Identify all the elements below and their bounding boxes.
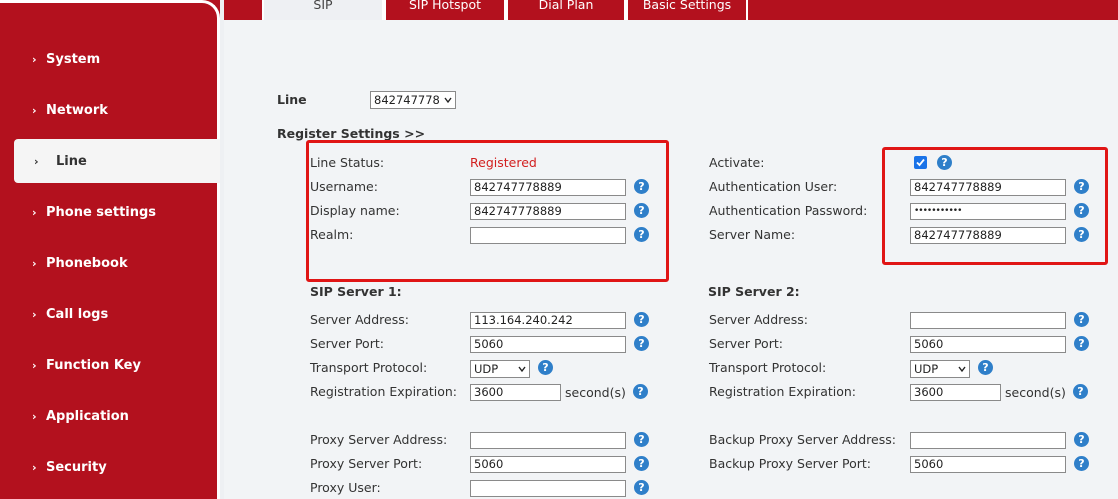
help-icon[interactable]: ?: [978, 360, 993, 375]
highlight-box-register-right: [882, 147, 1108, 265]
line-label: Line: [277, 92, 307, 107]
backup-proxy-address-input[interactable]: [910, 432, 1066, 449]
sidebar-item-label: Function Key: [46, 357, 141, 373]
line-select-value: 842747778: [374, 93, 440, 107]
sidebar-item-function-key[interactable]: › Function Key: [0, 343, 220, 387]
sidebar-item-label: Line: [56, 153, 87, 169]
help-icon[interactable]: ?: [1074, 456, 1089, 471]
sip1-transport-label: Transport Protocol:: [310, 360, 428, 375]
chevron-right-icon: ›: [32, 256, 37, 270]
chevron-right-icon: ›: [34, 154, 39, 168]
sip-server-1-heading: SIP Server 1:: [310, 284, 402, 299]
chevron-down-icon: [958, 366, 966, 373]
sip1-server-address-label: Server Address:: [310, 312, 409, 327]
chevron-right-icon: ›: [32, 460, 37, 474]
help-icon[interactable]: ?: [633, 384, 648, 399]
help-icon[interactable]: ?: [634, 336, 649, 351]
proxy-user-label: Proxy User:: [310, 480, 381, 495]
chevron-right-icon: ›: [32, 52, 37, 66]
sidebar-item-label: Call logs: [46, 306, 109, 322]
sip1-transport-value: UDP: [474, 362, 499, 376]
sip1-expiration-label: Registration Expiration:: [310, 384, 458, 399]
help-icon[interactable]: ?: [1074, 336, 1089, 351]
sidebar-item-call-logs[interactable]: › Call logs: [0, 292, 220, 336]
sidebar-item-phone-settings[interactable]: › Phone settings: [0, 190, 220, 234]
sidebar-item-security[interactable]: › Security: [0, 445, 220, 489]
sip2-transport-value: UDP: [914, 362, 939, 376]
sip1-expiration-input[interactable]: 3600: [470, 384, 561, 401]
sidebar-item-label: Phonebook: [46, 255, 128, 271]
tab-basic-settings[interactable]: Basic Settings: [626, 0, 748, 20]
proxy-server-port-label: Proxy Server Port:: [310, 456, 423, 471]
sip1-server-port-input[interactable]: 5060: [470, 336, 626, 353]
help-icon[interactable]: ?: [634, 432, 649, 447]
sidebar-item-system[interactable]: › System: [0, 37, 220, 81]
chevron-right-icon: ›: [32, 358, 37, 372]
sip2-transport-select[interactable]: UDP: [910, 360, 970, 378]
sip2-server-address-label: Server Address:: [709, 312, 808, 327]
sidebar-item-label: Security: [46, 459, 107, 475]
help-icon[interactable]: ?: [634, 312, 649, 327]
help-icon[interactable]: ?: [1074, 312, 1089, 327]
tab-sip[interactable]: SIP: [262, 0, 384, 20]
sidebar-item-label: Network: [46, 102, 108, 118]
sidebar-item-label: System: [46, 51, 101, 67]
chevron-right-icon: ›: [32, 409, 37, 423]
sidebar-item-phonebook[interactable]: › Phonebook: [0, 241, 220, 285]
chevron-right-icon: ›: [32, 103, 37, 117]
register-settings-heading[interactable]: Register Settings >>: [277, 126, 425, 141]
line-select[interactable]: 842747778: [370, 91, 456, 109]
proxy-server-port-input[interactable]: 5060: [470, 456, 626, 473]
highlight-box-register-left: [306, 140, 669, 282]
help-icon[interactable]: ?: [634, 456, 649, 471]
proxy-server-address-input[interactable]: [470, 432, 626, 449]
proxy-user-input[interactable]: [470, 480, 626, 497]
backup-proxy-address-label: Backup Proxy Server Address:: [709, 432, 896, 447]
tab-sip-hotspot[interactable]: SIP Hotspot: [384, 0, 506, 20]
sip1-server-address-input[interactable]: 113.164.240.242: [470, 312, 626, 329]
help-icon[interactable]: ?: [1073, 384, 1088, 399]
backup-proxy-port-input[interactable]: 5060: [910, 456, 1066, 473]
auth-user-label: Authentication User:: [709, 179, 838, 194]
sip1-transport-select[interactable]: UDP: [470, 360, 530, 378]
auth-password-label: Authentication Password:: [709, 203, 868, 218]
sip-server-2-heading: SIP Server 2:: [708, 284, 800, 299]
help-icon[interactable]: ?: [538, 360, 553, 375]
tab-dial-plan[interactable]: Dial Plan: [506, 0, 626, 20]
sidebar: › System › Network › Line › Phone settings ›…: [0, 0, 220, 499]
sip1-server-port-label: Server Port:: [310, 336, 384, 351]
help-icon[interactable]: ?: [1074, 432, 1089, 447]
sip2-seconds-label: second(s): [1005, 385, 1066, 400]
server-name-label: Server Name:: [709, 227, 796, 242]
activate-label: Activate:: [709, 155, 765, 170]
sidebar-item-application[interactable]: › Application: [0, 394, 220, 438]
backup-proxy-port-label: Backup Proxy Server Port:: [709, 456, 871, 471]
sip2-server-port-label: Server Port:: [709, 336, 783, 351]
help-icon[interactable]: ?: [634, 480, 649, 495]
proxy-server-address-label: Proxy Server Address:: [310, 432, 448, 447]
chevron-down-icon: [518, 366, 526, 373]
sip1-seconds-label: second(s): [565, 385, 626, 400]
sidebar-item-label: Phone settings: [46, 204, 157, 220]
chevron-right-icon: ›: [32, 307, 37, 321]
sip2-expiration-label: Registration Expiration:: [709, 384, 857, 399]
sip2-server-port-input[interactable]: 5060: [910, 336, 1066, 353]
sip2-transport-label: Transport Protocol:: [709, 360, 827, 375]
sidebar-item-label: Application: [46, 408, 129, 424]
sip2-expiration-input[interactable]: 3600: [910, 384, 1001, 401]
chevron-down-icon: [444, 97, 452, 104]
sidebar-item-network[interactable]: › Network: [0, 88, 220, 132]
chevron-right-icon: ›: [32, 205, 37, 219]
sidebar-item-line[interactable]: › Line: [14, 139, 220, 183]
sip2-server-address-input[interactable]: [910, 312, 1066, 329]
